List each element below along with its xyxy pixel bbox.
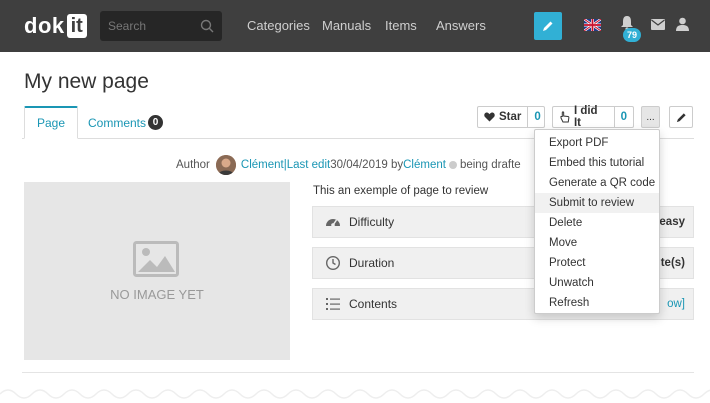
difficulty-label: Difficulty [349,215,395,229]
star-label: Star [499,111,522,123]
more-actions-label: ... [646,111,655,123]
editor-link[interactable]: Clément [403,159,446,171]
edit-button[interactable] [669,106,693,128]
star-count: 0 [527,107,546,127]
menu-item-unwatch[interactable]: Unwatch [535,273,659,293]
decorative-wave [0,389,710,399]
avatar-face-icon [215,155,236,175]
user-icon[interactable] [676,17,689,31]
hand-pointer-icon [560,111,570,123]
image-placeholder: NO IMAGE YET [24,182,290,360]
gauge-icon [326,219,340,227]
i-did-it-label: I did It [573,105,598,129]
i-did-it-count: 0 [613,107,633,127]
menu-item-refresh[interactable]: Refresh [535,293,659,313]
status-dot [448,161,457,169]
notification-count-badge: 79 [623,28,641,42]
menu-item-delete[interactable]: Delete [535,213,659,233]
image-icon [133,241,179,277]
tab-comments[interactable]: Comments 0 [76,106,175,139]
pencil-icon [676,112,686,122]
section-divider [22,372,694,373]
avatar[interactable] [215,155,236,175]
duration-value: te(s) [660,257,685,269]
dokit-logo[interactable]: dok it [24,13,87,39]
nav-link-manuals[interactable]: Manuals [322,18,371,33]
page-description: This an exemple of page to review [313,185,489,197]
edit-page-button[interactable] [534,12,562,40]
mail-icon[interactable] [651,19,665,30]
more-actions-dropdown: Export PDF Embed this tutorial Generate … [534,129,660,314]
author-link[interactable]: Clément [241,159,284,171]
menu-item-embed[interactable]: Embed this tutorial [535,153,659,173]
nav-link-categories[interactable]: Categories [247,18,310,33]
last-edit-date: 30/04/2019 by [330,159,404,171]
top-navbar: dok it Categories Manuals Items Answers … [0,0,710,52]
author-line: Author Clément | Last edit 30/04/2019 by… [176,155,521,175]
uk-flag-icon[interactable] [584,19,601,31]
contents-label: Contents [349,297,398,311]
author-prefix: Author [176,159,210,171]
list-icon [326,298,340,310]
i-did-it-button[interactable]: I did It 0 [552,105,634,129]
duration-label: Duration [349,256,395,270]
menu-item-protect[interactable]: Protect [535,253,659,273]
tab-comments-label: Comments [88,115,147,130]
comments-count-badge: 0 [148,115,164,130]
menu-item-qr-code[interactable]: Generate a QR code [535,173,659,193]
status-text: being drafte [459,159,521,171]
clock-icon [325,255,341,271]
menu-item-submit-review[interactable]: Submit to review [535,193,659,213]
search-box [100,11,222,41]
last-edit-link[interactable]: Last edit [287,159,330,171]
difficulty-value: easy [659,216,685,228]
nav-link-items[interactable]: Items [385,18,417,33]
no-image-text: NO IMAGE YET [110,287,204,302]
contents-toggle-link[interactable]: ow] [667,298,685,310]
search-input[interactable] [108,11,198,41]
heart-icon [484,112,495,122]
more-actions-button[interactable]: ... [641,106,660,128]
logo-box: it [66,14,87,38]
logo-text: dok [24,13,65,38]
star-button[interactable]: Star 0 [477,106,545,128]
page-title: My new page [24,70,149,93]
tab-page[interactable]: Page [24,106,79,139]
nav-link-answers[interactable]: Answers [436,18,486,33]
search-icon[interactable] [200,19,214,33]
tab-page-label: Page [37,116,66,130]
menu-item-export-pdf[interactable]: Export PDF [535,133,659,153]
pencil-icon [543,21,553,31]
menu-item-move[interactable]: Move [535,233,659,253]
